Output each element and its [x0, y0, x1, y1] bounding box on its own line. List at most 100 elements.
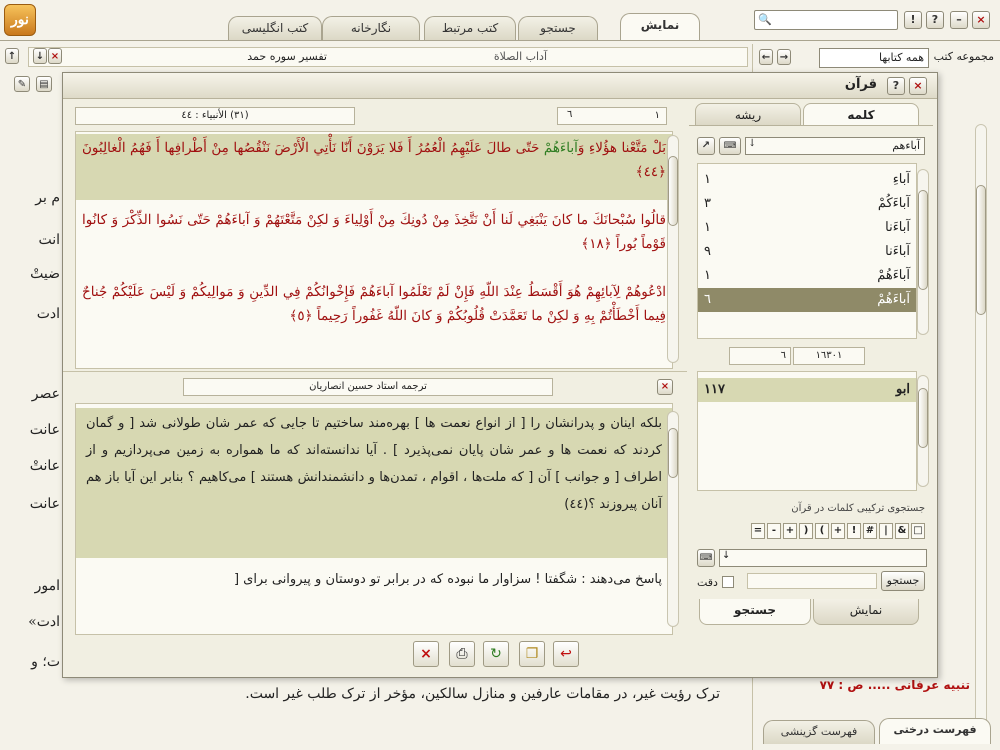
tab-gallery[interactable]: نگارخانه: [322, 16, 420, 40]
operator-button[interactable]: -: [767, 523, 781, 539]
layout-icon[interactable]: ▤: [36, 76, 52, 92]
doc-line: عانتْ: [29, 458, 60, 474]
close-window-button[interactable]: ×: [972, 11, 990, 29]
doc-line: عانت: [29, 496, 60, 512]
highlighted-word: آباءَهُمْ: [543, 140, 578, 156]
verses-scrollbar[interactable]: [667, 135, 679, 363]
total-count-left: ٦: [729, 347, 791, 365]
book-title-left[interactable]: آداب الصلاة: [494, 50, 547, 63]
root-result-list: ابو ١١٧: [697, 371, 917, 491]
exact-checkbox[interactable]: دقت: [697, 573, 734, 591]
dropdown-arrow-icon[interactable]: ↓: [748, 138, 756, 149]
translator-select[interactable]: ترجمه استاد حسین انصاریان: [183, 378, 553, 396]
search-icon: 🔍: [758, 13, 772, 26]
compound-keyboard-icon[interactable]: ⌨: [697, 549, 715, 567]
back-arrow-icon[interactable]: ←: [759, 49, 773, 65]
verses-scroll-thumb[interactable]: [668, 156, 678, 226]
clear-icon[interactable]: ↗: [697, 137, 715, 155]
root-scrollbar[interactable]: [917, 375, 929, 487]
operator-button[interactable]: ): [799, 523, 813, 539]
translation-scroll-thumb[interactable]: [668, 428, 678, 478]
verses-panel: بَلْ مَتَّعْنا هؤُلاءِ وَآباءَهُمْ حَتّى…: [75, 131, 673, 369]
exact-level-field[interactable]: [747, 573, 877, 589]
doc-line: م بر: [35, 190, 60, 206]
operator-button[interactable]: □: [911, 523, 925, 539]
translation-scrollbar[interactable]: [667, 411, 679, 627]
root-row[interactable]: ابو ١١٧: [698, 378, 916, 402]
compound-search-input[interactable]: ↓: [719, 549, 927, 567]
operator-button[interactable]: &: [895, 523, 909, 539]
dialog-help-button[interactable]: ?: [887, 77, 905, 95]
checkbox-box[interactable]: [721, 576, 734, 588]
tab-search[interactable]: جستجو: [518, 16, 598, 40]
root-scroll-thumb[interactable]: [918, 388, 928, 448]
operator-button[interactable]: +: [831, 523, 845, 539]
doc-line: عصر: [31, 386, 60, 402]
operator-button[interactable]: |: [879, 523, 893, 539]
doc-line: ادت»: [28, 614, 60, 630]
doc-line: ضيتْ: [30, 266, 60, 282]
verse-block[interactable]: قالُوا سُبْحانَكَ ما كانَ يَنْبَغِي لَنا…: [76, 206, 672, 258]
operator-button[interactable]: #: [863, 523, 877, 539]
word-row-selected[interactable]: آباءَهُمْ ٦: [698, 288, 916, 312]
forward-arrow-icon[interactable]: →: [777, 49, 791, 65]
nav-scroll-thumb[interactable]: [976, 185, 986, 315]
compound-dropdown-icon[interactable]: ↓: [722, 550, 730, 561]
operator-button[interactable]: +: [783, 523, 797, 539]
app-logo: نور: [4, 4, 36, 36]
tab-side-display[interactable]: نمایش: [813, 599, 919, 625]
word-row[interactable]: آباءِ ١: [698, 168, 916, 192]
dialog-titlebar: قرآن ? ×: [63, 73, 937, 99]
close-translation-icon[interactable]: ×: [657, 379, 673, 395]
tab-side-search[interactable]: جستجو: [699, 599, 811, 625]
keyboard-icon[interactable]: ⌨: [719, 137, 741, 155]
dialog-close-button[interactable]: ×: [909, 77, 927, 95]
nav-bottom-tabs: فهرست درختی فهرست گزینشی: [755, 718, 995, 746]
word-list-scrollbar[interactable]: [917, 169, 929, 335]
minimize-button[interactable]: –: [950, 11, 968, 29]
nav-scrollbar[interactable]: [975, 124, 987, 734]
word-row[interactable]: آباءَكُمْ ٣: [698, 192, 916, 216]
word-row[interactable]: آباءَهُمْ ١: [698, 264, 916, 288]
tab-related-books[interactable]: کتب مرتبط: [424, 16, 516, 40]
global-search-input[interactable]: 🔍: [754, 10, 898, 30]
word-search-panel: کلمه ریشه ↗ ⌨ ↓ آباءهم آباءِ ١ آباءَكُمْ ٣…: [689, 103, 933, 651]
tab-word[interactable]: کلمه: [803, 103, 919, 125]
verse-block[interactable]: ادْعُوهُمْ لِآبائِهِمْ هُوَ أَقْسَطُ عِن…: [76, 278, 672, 330]
collection-select[interactable]: همه کتابها: [819, 48, 929, 68]
down-arrow-icon[interactable]: ↓: [33, 48, 47, 64]
splitter[interactable]: [63, 371, 687, 373]
collection-label: مجموعه کتب: [933, 50, 994, 63]
book-title-right[interactable]: تفسیر سوره حمد: [247, 50, 327, 63]
refresh-icon[interactable]: ↻: [483, 641, 509, 667]
prev-arrow-icon[interactable]: ↑: [5, 48, 19, 64]
translation-highlighted[interactable]: بلکه اینان و پدرانشان را [ از انواع نعمت…: [76, 408, 672, 558]
delete-icon[interactable]: ×: [413, 641, 439, 667]
word-input[interactable]: ↓ آباءهم: [745, 137, 925, 155]
exit-icon[interactable]: ↩: [553, 641, 579, 667]
verse-block-highlighted[interactable]: بَلْ مَتَّعْنا هؤُلاءِ وَآباءَهُمْ حَتّى…: [76, 134, 672, 200]
operator-button[interactable]: (: [815, 523, 829, 539]
quran-dialog: قرآن ? × (۳۱) الأنبیاء : ٤٤ ١ ٦ بَلْ مَت…: [62, 72, 938, 678]
info-button[interactable]: !: [904, 11, 922, 29]
close-doc-icon[interactable]: ×: [48, 48, 62, 64]
word-row[interactable]: آباءَنا ١: [698, 216, 916, 240]
word-row[interactable]: آباءَنا ٩: [698, 240, 916, 264]
operator-button[interactable]: =: [751, 523, 765, 539]
verse-reference-field[interactable]: (۳۱) الأنبیاء : ٤٤: [75, 107, 355, 125]
search-button[interactable]: جستجو: [881, 571, 925, 591]
tab-root[interactable]: ریشه: [695, 103, 801, 125]
tool-icon[interactable]: ✎: [14, 76, 30, 92]
word-scroll-thumb[interactable]: [918, 190, 928, 290]
doc-line: امور: [34, 578, 60, 594]
translation-next[interactable]: پاسخ می‌دهند : شگفتا ! سزاوار ما نبوده ک…: [76, 564, 672, 595]
operator-button[interactable]: !: [847, 523, 861, 539]
copy-icon[interactable]: ❐: [519, 641, 545, 667]
tab-display[interactable]: نمایش: [620, 13, 700, 41]
tab-tree-index[interactable]: فهرست درختی: [879, 718, 991, 744]
tab-english-books[interactable]: کتب انگلیسی: [228, 16, 322, 40]
tab-selective-index[interactable]: فهرست گزینشی: [763, 720, 875, 744]
print-icon[interactable]: ⎙: [449, 641, 475, 667]
tree-item-tanbih[interactable]: تنبیه عرفانی ..... ص : ۷۷: [820, 678, 970, 692]
help-button[interactable]: ?: [926, 11, 944, 29]
